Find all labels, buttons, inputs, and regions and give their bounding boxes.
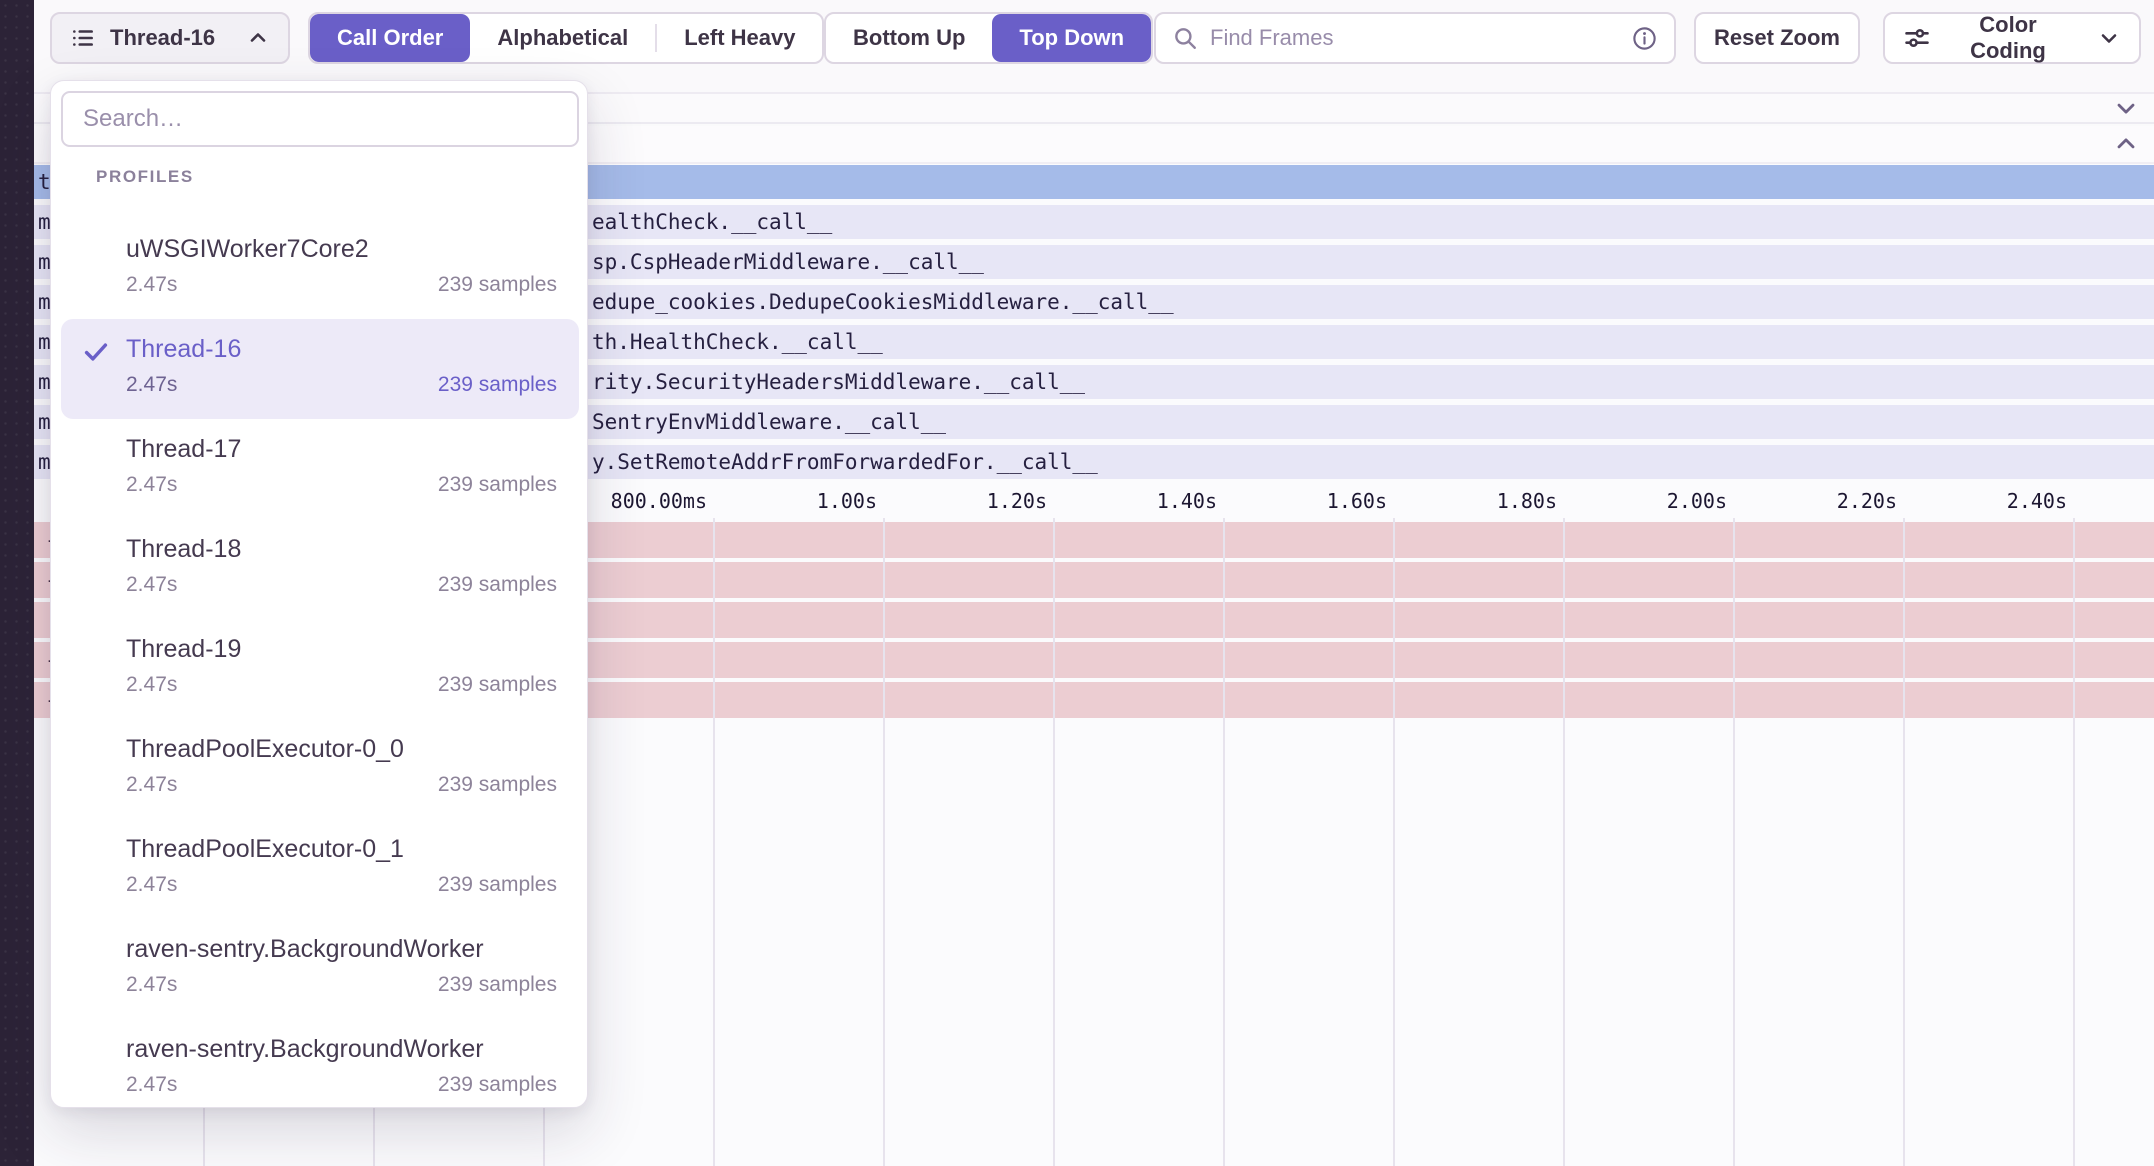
- thread-selector-button[interactable]: Thread-16: [50, 12, 290, 64]
- direction-option-bottom-up[interactable]: Bottom Up: [826, 14, 992, 62]
- find-frames-placeholder: Find Frames: [1210, 25, 1619, 51]
- chevron-down-icon[interactable]: [2112, 94, 2140, 122]
- gridline: [2073, 518, 2075, 1166]
- thread-option[interactable]: Thread-17 2.47s 239 samples: [61, 419, 579, 519]
- thread-selector-label: Thread-16: [110, 25, 215, 51]
- frame-text-fragment: m: [38, 285, 51, 319]
- thread-option-name: Thread-19: [126, 633, 557, 665]
- gridline: [883, 518, 885, 1166]
- info-icon[interactable]: [1631, 25, 1658, 52]
- thread-option-samples: 239 samples: [438, 571, 557, 599]
- gridline: [713, 518, 715, 1166]
- direction-segmented-control: Bottom Up Top Down: [824, 12, 1153, 64]
- gridline: [1903, 518, 1905, 1166]
- thread-option-samples: 239 samples: [438, 271, 557, 299]
- axis-tick-label: 2.40s: [2007, 484, 2067, 518]
- axis-tick-label: 2.00s: [1667, 484, 1727, 518]
- thread-option-samples: 239 samples: [438, 671, 557, 699]
- gridline: [1223, 518, 1225, 1166]
- direction-option-top-down[interactable]: Top Down: [992, 14, 1151, 62]
- thread-option-name: raven-sentry.BackgroundWorker: [126, 933, 557, 965]
- thread-option-duration: 2.47s: [126, 271, 177, 299]
- thread-option[interactable]: ThreadPoolExecutor-0_0 2.47s 239 samples: [61, 719, 579, 819]
- chevron-up-icon: [246, 26, 270, 50]
- thread-option[interactable]: uWSGIWorker7Core2 2.47s 239 samples: [61, 219, 579, 319]
- sliders-icon: [1903, 24, 1931, 52]
- axis-tick-label: 1.40s: [1157, 484, 1217, 518]
- thread-option[interactable]: ThreadPoolExecutor-0_1 2.47s 239 samples: [61, 819, 579, 919]
- thread-option-duration: 2.47s: [126, 771, 177, 799]
- axis-tick-label: 1.80s: [1497, 484, 1557, 518]
- frame-text-fragment: m: [38, 445, 51, 479]
- frame-text-fragment: m: [38, 245, 51, 279]
- find-frames-input[interactable]: Find Frames: [1154, 12, 1676, 64]
- reset-zoom-button[interactable]: Reset Zoom: [1694, 12, 1860, 64]
- sort-option-call-order[interactable]: Call Order: [310, 14, 470, 62]
- frame-text-fragment: m: [38, 325, 51, 359]
- thread-option-name: Thread-16: [126, 333, 557, 365]
- color-coding-button[interactable]: Color Coding: [1883, 12, 2141, 64]
- sort-option-left-heavy[interactable]: Left Heavy: [657, 14, 822, 62]
- axis-tick-label: 2.20s: [1837, 484, 1897, 518]
- thread-search-input[interactable]: [61, 91, 579, 147]
- thread-option-name: uWSGIWorker7Core2: [126, 233, 557, 265]
- thread-option[interactable]: raven-sentry.BackgroundWorker 2.47s 239 sa…: [61, 1019, 579, 1119]
- chevron-down-icon: [2097, 26, 2121, 50]
- frame-text: th.HealthCheck.__call__: [592, 325, 883, 359]
- profiles-section-label: PROFILES: [96, 167, 194, 187]
- thread-option-list: uWSGIWorker7Core22.47s239 samplesThread-…: [61, 219, 579, 1119]
- frame-text: SentryEnvMiddleware.__call__: [592, 405, 946, 439]
- frame-text-fragment: t: [38, 165, 51, 199]
- thread-option-samples: 239 samples: [438, 971, 557, 999]
- thread-option-name: ThreadPoolExecutor-0_0: [126, 733, 557, 765]
- thread-option-duration: 2.47s: [126, 671, 177, 699]
- frame-text-fragment: m: [38, 365, 51, 399]
- thread-option-name: raven-sentry.BackgroundWorker: [126, 1033, 557, 1065]
- thread-option-duration: 2.47s: [126, 571, 177, 599]
- thread-option-samples: 239 samples: [438, 771, 557, 799]
- check-icon: [81, 337, 111, 372]
- thread-option-name: Thread-18: [126, 533, 557, 565]
- gridline: [1563, 518, 1565, 1166]
- list-icon: [70, 25, 96, 51]
- thread-dropdown-panel: PROFILES uWSGIWorker7Core2 2.47s 239 sampl…: [50, 80, 588, 1108]
- axis-tick-label: 800.00ms: [611, 484, 707, 518]
- thread-option-samples: 239 samples: [438, 871, 557, 899]
- thread-option[interactable]: raven-sentry.BackgroundWorker 2.47s 239 sa…: [61, 919, 579, 1019]
- frame-text: y.SetRemoteAddrFromForwardedFor.__call__: [592, 445, 1098, 479]
- thread-option-duration: 2.47s: [126, 971, 177, 999]
- sort-option-alphabetical[interactable]: Alphabetical: [470, 14, 655, 62]
- thread-option[interactable]: Thread-19 2.47s 239 samples: [61, 619, 579, 719]
- thread-option-duration: 2.47s: [126, 871, 177, 899]
- thread-option-samples: 239 samples: [438, 471, 557, 499]
- chevron-up-icon[interactable]: [2112, 130, 2140, 158]
- frame-text: rity.SecurityHeadersMiddleware.__call__: [592, 365, 1085, 399]
- frame-text: sp.CspHeaderMiddleware.__call__: [592, 245, 984, 279]
- thread-option[interactable]: Thread-16 2.47s 239 samples: [61, 319, 579, 419]
- gridline: [1053, 518, 1055, 1166]
- search-icon: [1172, 25, 1198, 51]
- thread-option-duration: 2.47s: [126, 1071, 177, 1099]
- frame-text-fragment: m: [38, 205, 51, 239]
- thread-option[interactable]: Thread-18 2.47s 239 samples: [61, 519, 579, 619]
- thread-option-duration: 2.47s: [126, 471, 177, 499]
- axis-tick-label: 1.00s: [817, 484, 877, 518]
- gridline: [1393, 518, 1395, 1166]
- thread-option-samples: 239 samples: [438, 371, 557, 399]
- axis-tick-label: 1.60s: [1327, 484, 1387, 518]
- thread-option-samples: 239 samples: [438, 1071, 557, 1099]
- app-sidebar: [0, 0, 34, 1166]
- thread-option-name: Thread-17: [126, 433, 557, 465]
- thread-option-name: ThreadPoolExecutor-0_1: [126, 833, 557, 865]
- frame-text: ealthCheck.__call__: [592, 205, 832, 239]
- gridline: [1733, 518, 1735, 1166]
- sort-segmented-control: Call Order Alphabetical Left Heavy: [308, 12, 824, 64]
- frame-text-fragment: m: [38, 405, 51, 439]
- axis-tick-label: 1.20s: [987, 484, 1047, 518]
- frame-text: edupe_cookies.DedupeCookiesMiddleware.__…: [592, 285, 1174, 319]
- thread-option-duration: 2.47s: [126, 371, 177, 399]
